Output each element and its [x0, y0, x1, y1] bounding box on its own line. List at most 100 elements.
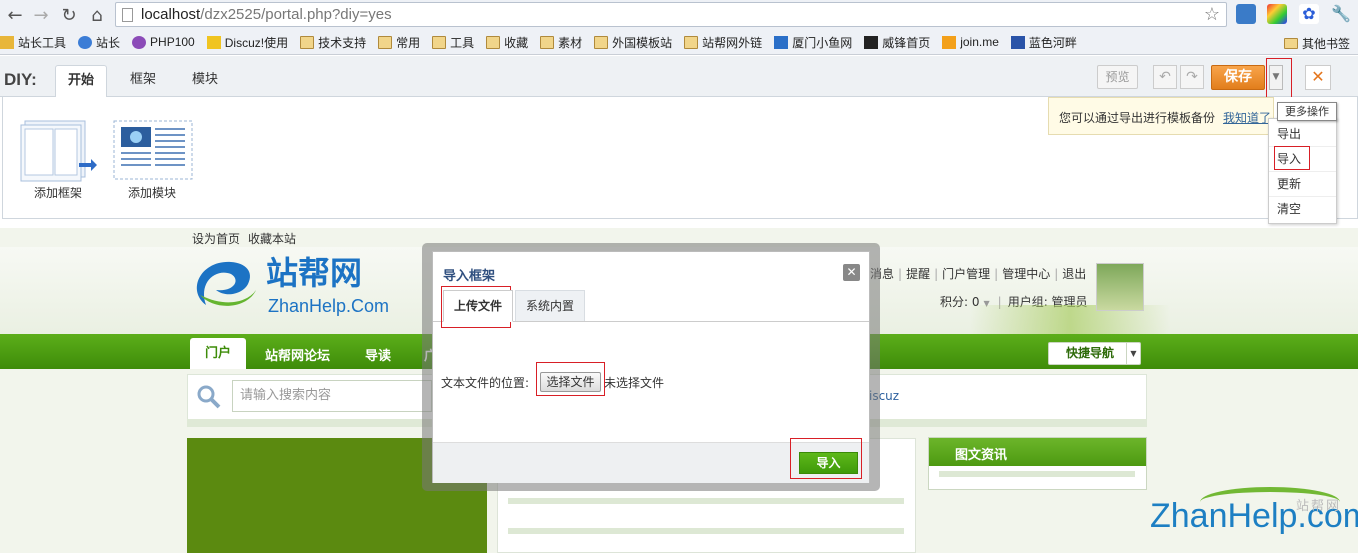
site-logo[interactable]: 站帮网 ZhanHelp.Com: [186, 250, 431, 320]
bookmark-favicon-icon: [206, 35, 221, 49]
bookmark-favicon-icon: [774, 35, 789, 49]
site-top-links: 设为首页 收藏本站: [192, 230, 304, 247]
bookmark-favicon-icon: [1010, 35, 1025, 49]
wrench-icon[interactable]: 🔧: [1331, 4, 1351, 24]
folder-icon: [486, 35, 501, 49]
bookmark-favicon-icon: [132, 35, 147, 49]
tab-module[interactable]: 模块: [180, 65, 230, 98]
no-file-selected-text: 未选择文件: [604, 376, 665, 390]
menu-item-update[interactable]: 更新: [1269, 172, 1336, 197]
more-actions-tooltip: 更多操作: [1277, 102, 1337, 121]
folder-icon: [540, 35, 555, 49]
close-icon[interactable]: ✕: [1305, 65, 1331, 90]
folder-icon: [1283, 38, 1298, 49]
nav-item-guide[interactable]: 导读: [365, 345, 391, 364]
user-links: 消息 | 提醒 | 门户管理 | 管理中心 | 退出: [870, 267, 1087, 281]
bookmarks-bar: 站长工具 站长 PHP100 Discuz!使用 技术支持 常用 工具 收藏 素…: [0, 30, 1358, 55]
bookmark-favicon-icon: [864, 35, 879, 49]
bookmark-item[interactable]: 站长工具: [0, 34, 66, 51]
folder-icon: [594, 35, 609, 49]
tab-system-builtin[interactable]: 系统内置: [515, 290, 586, 322]
search-input[interactable]: 请输入搜索内容: [232, 380, 432, 412]
quick-nav-button[interactable]: 快捷导航 ▼: [1048, 342, 1141, 365]
dialog-title: 导入框架: [443, 269, 496, 284]
preview-button[interactable]: 预览: [1097, 65, 1138, 89]
more-actions-menu: 导出 导入 更新 清空: [1268, 118, 1337, 224]
watermark-cn: 站帮网: [1296, 498, 1342, 513]
bookmark-star-icon[interactable]: ☆: [1204, 4, 1220, 25]
address-bar[interactable]: localhost/dzx2525/portal.php?diy=yes ☆: [115, 2, 1227, 27]
tip-dismiss-link[interactable]: 我知道了: [1223, 111, 1271, 125]
other-bookmarks[interactable]: 其他书签: [1283, 35, 1350, 52]
frame-icon: [20, 120, 97, 182]
baidu-paw-icon[interactable]: ✿: [1299, 4, 1319, 24]
svg-text:站帮网: 站帮网: [266, 254, 362, 292]
bookmark-folder[interactable]: 站帮网外链: [684, 34, 762, 51]
bookmark-favicon-icon: [942, 35, 957, 49]
side-news-box: 图文资讯: [928, 437, 1147, 490]
file-location-label: 文本文件的位置:: [441, 376, 530, 390]
tool-label: 添加框架: [33, 186, 82, 200]
folder-icon: [300, 35, 315, 49]
redo-icon[interactable]: ↷: [1180, 65, 1204, 89]
bookmark-item[interactable]: join.me: [942, 35, 999, 49]
bookmark-folder[interactable]: 工具: [432, 34, 474, 51]
back-arrow-icon[interactable]: ←: [2, 2, 28, 28]
folder-icon: [432, 35, 447, 49]
search-icon[interactable]: [196, 384, 221, 409]
reload-icon[interactable]: ↻: [56, 2, 82, 28]
tab-frame[interactable]: 框架: [118, 65, 168, 98]
add-module-tool[interactable]: 添加模块: [111, 119, 193, 201]
bookmark-folder[interactable]: 外国模板站: [594, 34, 672, 51]
module-icon: [113, 120, 193, 180]
bookmark-item[interactable]: 威锋首页: [864, 34, 930, 51]
url-host: localhost: [141, 6, 201, 23]
bookmark-item[interactable]: 站长: [78, 34, 120, 51]
admin-center-link[interactable]: 管理中心: [1002, 267, 1050, 281]
extension-window-icon[interactable]: [1236, 4, 1256, 24]
placeholder-line: [508, 498, 904, 504]
diy-label: DIY:: [4, 70, 37, 89]
folder-icon: [684, 35, 699, 49]
set-homepage-link[interactable]: 设为首页: [192, 232, 240, 246]
logo-text: ZhanHelp.Com: [268, 296, 390, 316]
bookmark-favicon-icon: [78, 35, 93, 49]
nav-item-forum[interactable]: 站帮网论坛: [265, 345, 330, 364]
logout-link[interactable]: 退出: [1062, 267, 1086, 281]
nav-item-portal[interactable]: 门户: [190, 338, 246, 369]
bookmark-folder[interactable]: 技术支持: [300, 34, 366, 51]
add-frame-tool[interactable]: 添加框架: [17, 119, 99, 201]
bookmark-folder[interactable]: 素材: [540, 34, 582, 51]
placeholder-line: [508, 528, 904, 534]
extension-color-icon[interactable]: [1267, 4, 1287, 24]
diy-toolbar: DIY: 开始 框架 模块 预览 ↶ ↷ 保存 ▼ ✕: [0, 56, 1358, 98]
menu-item-clear[interactable]: 清空: [1269, 197, 1336, 222]
site-watermark: 站帮网 ZhanHelp.com: [1150, 487, 1358, 536]
portal-admin-link[interactable]: 门户管理: [942, 267, 990, 281]
folder-icon: [378, 35, 393, 49]
bookmark-item[interactable]: 蓝色河畔: [1010, 34, 1077, 51]
highlight-choose-file: [536, 362, 605, 396]
tab-upload-file[interactable]: 上传文件: [443, 290, 514, 322]
highlight-import-button: [790, 438, 862, 479]
avatar[interactable]: [1096, 263, 1144, 311]
save-button[interactable]: 保存: [1211, 65, 1265, 90]
close-icon[interactable]: ✕: [843, 264, 860, 281]
notices-link[interactable]: 提醒: [906, 267, 930, 281]
browser-toolbar: ← → ↻ ⌂ localhost/dzx2525/portal.php?diy…: [0, 0, 1358, 30]
bookmark-folder[interactable]: 常用: [378, 34, 420, 51]
tip-text: 您可以通过导出进行模板备份: [1059, 111, 1216, 125]
tab-start[interactable]: 开始: [55, 65, 108, 98]
bookmark-item[interactable]: Discuz!使用: [206, 34, 288, 51]
tool-label: 添加模块: [127, 186, 176, 200]
bookmark-item[interactable]: PHP100: [132, 35, 195, 49]
undo-icon[interactable]: ↶: [1153, 65, 1177, 89]
bookmark-folder[interactable]: 收藏: [486, 34, 528, 51]
placeholder-line: [939, 471, 1135, 477]
bookmark-item[interactable]: 厦门小鱼网: [774, 34, 852, 51]
menu-item-export[interactable]: 导出: [1269, 122, 1336, 147]
bookmark-site-link[interactable]: 收藏本站: [248, 232, 296, 246]
side-box-title: 图文资讯: [929, 438, 1146, 466]
forward-arrow-icon[interactable]: →: [28, 2, 54, 28]
home-icon[interactable]: ⌂: [84, 2, 110, 28]
